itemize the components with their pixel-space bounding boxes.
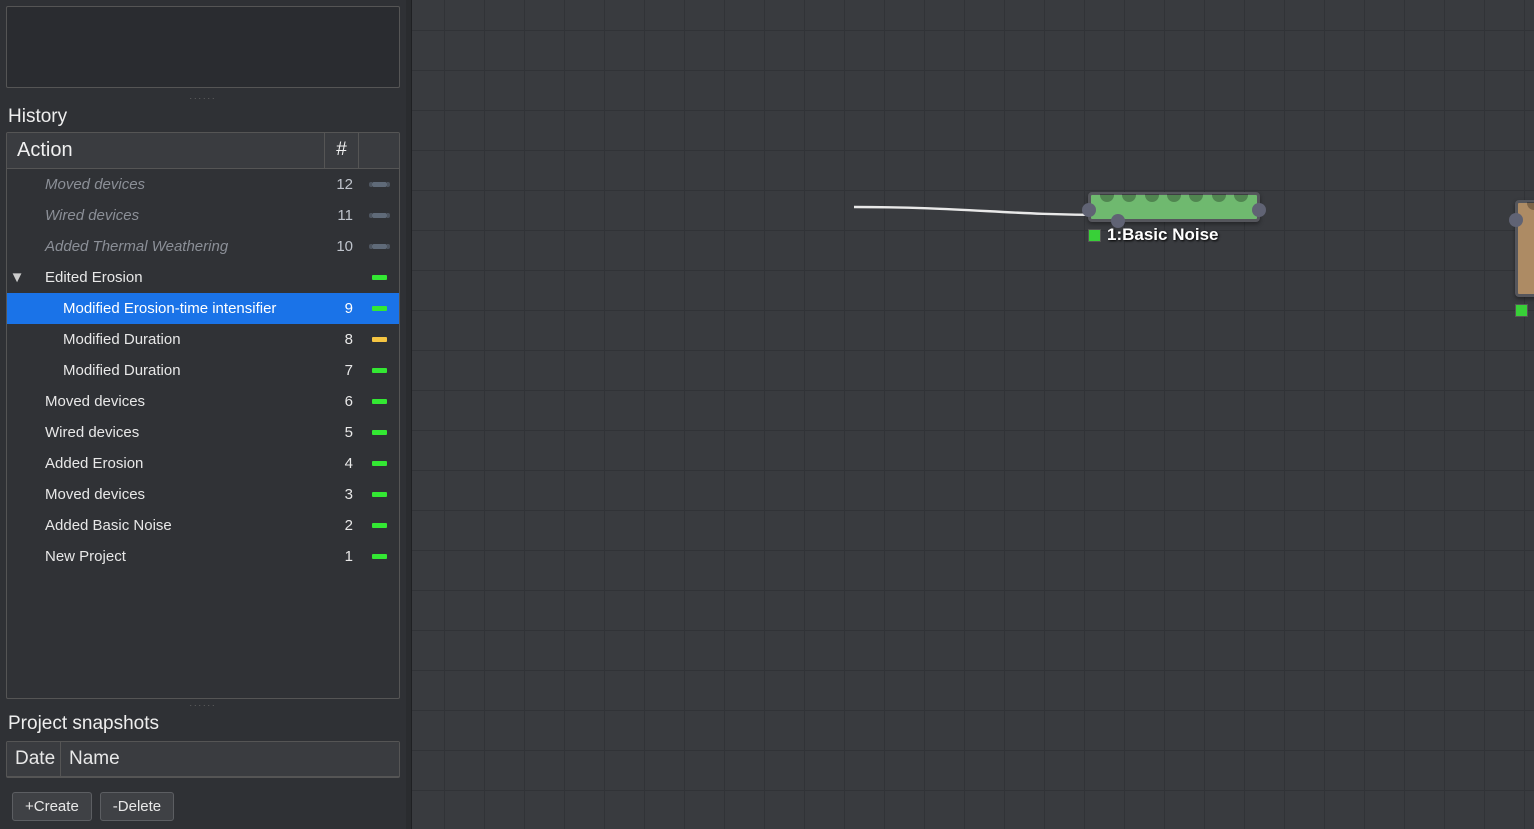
history-row-number: 6 (325, 393, 359, 410)
app-root: ...... History Action # Moved devices12W… (0, 0, 1534, 829)
history-row[interactable]: Added Erosion4 (7, 448, 399, 479)
history-row-label: Wired devices (27, 424, 325, 441)
green-indicator-icon (372, 275, 387, 280)
splitter-grip-top[interactable]: ...... (6, 92, 400, 102)
history-row-number: 11 (325, 207, 359, 224)
snapshots-panel: Date Name (6, 741, 400, 778)
history-row-number: 1 (325, 548, 359, 565)
wire-connector (406, 0, 1534, 400)
history-row[interactable]: Moved devices6 (7, 386, 399, 417)
history-row-indicator (359, 213, 399, 218)
gray-indicator-icon (372, 182, 387, 187)
history-row-indicator (359, 368, 399, 373)
node-basic-noise-label: 1:Basic Noise (1088, 225, 1219, 245)
preview-pane (6, 6, 400, 88)
history-row-number: 12 (325, 176, 359, 193)
green-indicator-icon (372, 461, 387, 466)
history-row-label: Modified Duration (27, 362, 325, 379)
splitter-grip-bottom[interactable]: ...... (6, 699, 400, 709)
history-row-indicator (359, 461, 399, 466)
history-row[interactable]: Added Thermal Weathering10 (7, 231, 399, 262)
history-row[interactable]: Wired devices5 (7, 417, 399, 448)
history-row[interactable]: Moved devices3 (7, 479, 399, 510)
history-row[interactable]: Added Basic Noise2 (7, 510, 399, 541)
green-indicator-icon (372, 399, 387, 404)
history-row-label: Wired devices (27, 207, 325, 224)
history-row[interactable]: Modified Duration7 (7, 355, 399, 386)
history-row-indicator (359, 523, 399, 528)
node-graph-canvas[interactable]: 1:Basic Noise 2:Erosion (406, 0, 1534, 829)
history-row-label: Moved devices (27, 486, 325, 503)
sidebar: ...... History Action # Moved devices12W… (0, 0, 406, 829)
history-row-indicator (359, 492, 399, 497)
green-indicator-icon (372, 492, 387, 497)
history-title: History (8, 106, 400, 128)
history-row-label: Added Thermal Weathering (27, 238, 325, 255)
node-port-in[interactable] (1082, 203, 1096, 217)
history-row-label: Modified Duration (27, 331, 325, 348)
snapshots-title: Project snapshots (8, 713, 400, 735)
history-row-indicator (359, 337, 399, 342)
history-row-label: Moved devices (27, 176, 325, 193)
history-row-number: 9 (325, 300, 359, 317)
yellow-indicator-icon (372, 337, 387, 342)
node-port-out[interactable] (1252, 203, 1266, 217)
history-panel: Action # Moved devices12Wired devices11A… (6, 132, 400, 699)
green-indicator-icon (372, 554, 387, 559)
node-port-in[interactable] (1509, 213, 1523, 227)
history-row-indicator (359, 430, 399, 435)
history-list[interactable]: Moved devices12Wired devices11Added Ther… (7, 169, 399, 698)
history-row-indicator (359, 399, 399, 404)
history-row-number: 5 (325, 424, 359, 441)
green-indicator-icon (372, 306, 387, 311)
history-row[interactable]: Wired devices11 (7, 200, 399, 231)
history-row-label: Moved devices (27, 393, 325, 410)
history-row-label: New Project (27, 548, 325, 565)
history-row[interactable]: Modified Erosion-time intensifier9 (7, 293, 399, 324)
history-row-indicator (359, 182, 399, 187)
history-row-indicator (359, 275, 399, 280)
history-row[interactable]: Modified Duration8 (7, 324, 399, 355)
history-row-number: 2 (325, 517, 359, 534)
snapshots-col-date[interactable]: Date (7, 742, 61, 776)
history-row-number: 8 (325, 331, 359, 348)
green-indicator-icon (372, 368, 387, 373)
history-row[interactable]: ▼Edited Erosion (7, 262, 399, 293)
expand-caret-icon[interactable]: ▼ (7, 269, 27, 286)
history-row-number: 7 (325, 362, 359, 379)
history-row-label: Edited Erosion (27, 269, 325, 286)
history-row[interactable]: Moved devices12 (7, 169, 399, 200)
history-row-indicator (359, 306, 399, 311)
green-indicator-icon (372, 523, 387, 528)
delete-button[interactable]: -Delete (100, 792, 174, 821)
gray-indicator-icon (372, 213, 387, 218)
status-swatch-icon (1515, 304, 1528, 317)
history-row-indicator (359, 244, 399, 249)
create-button[interactable]: +Create (12, 792, 92, 821)
history-row-number: 4 (325, 455, 359, 472)
node-erosion-label: 2:Erosion (1515, 300, 1534, 320)
history-row-label: Added Erosion (27, 455, 325, 472)
history-row[interactable]: New Project1 (7, 541, 399, 572)
status-swatch-icon (1088, 229, 1101, 242)
snapshots-col-name[interactable]: Name (61, 742, 399, 776)
history-col-action[interactable]: Action (7, 133, 325, 168)
history-row-number: 10 (325, 238, 359, 255)
history-col-number[interactable]: # (325, 133, 359, 168)
snapshots-header: Date Name (7, 742, 399, 777)
gray-indicator-icon (372, 244, 387, 249)
green-indicator-icon (372, 430, 387, 435)
snapshots-buttons: +Create -Delete (6, 782, 400, 823)
node-erosion[interactable]: 2:Erosion (1515, 200, 1534, 297)
history-row-number: 3 (325, 486, 359, 503)
history-row-label: Modified Erosion-time intensifier (27, 300, 325, 317)
history-row-label: Added Basic Noise (27, 517, 325, 534)
history-row-indicator (359, 554, 399, 559)
node-basic-noise[interactable]: 1:Basic Noise (1088, 192, 1260, 222)
sidebar-resize-handle[interactable] (406, 0, 412, 829)
history-col-indicator (359, 133, 399, 168)
node-label-text: 1:Basic Noise (1107, 225, 1219, 245)
history-header: Action # (7, 133, 399, 169)
